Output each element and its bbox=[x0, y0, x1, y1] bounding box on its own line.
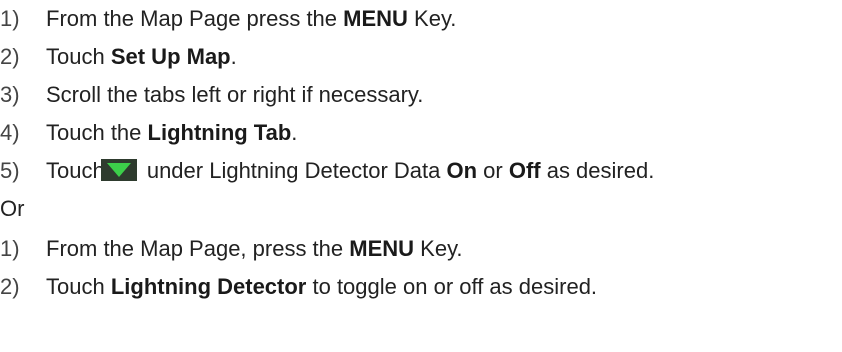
step-text: From the Map Page, press the MENU Key. bbox=[46, 230, 463, 268]
step-text: Touch under Lightning Detector Data On o… bbox=[46, 152, 654, 190]
step-text: Scroll the tabs left or right if necessa… bbox=[46, 76, 423, 114]
step-number: 5) bbox=[0, 158, 20, 183]
step-text-bold: Lightning Detector bbox=[110, 274, 307, 299]
step-number: 2) bbox=[0, 274, 20, 299]
step-text-part: Key. bbox=[414, 236, 463, 261]
step-text-part: Touch bbox=[46, 44, 111, 69]
step-text-part: Key. bbox=[407, 6, 457, 31]
instructions-document: 1) From the Map Page press the MENU Key.… bbox=[0, 0, 842, 352]
step-text-part: to toggle on or off as desired. bbox=[306, 274, 598, 299]
step-text-part: under Lightning Detector Data bbox=[140, 158, 447, 183]
step-text-bold: MENU bbox=[349, 236, 415, 261]
step-text-part: . bbox=[291, 120, 298, 145]
step-text-bold: Off bbox=[508, 158, 541, 183]
step-text-part: Touch the bbox=[46, 120, 148, 145]
or-label: Or bbox=[0, 196, 25, 221]
step-number: 1) bbox=[0, 6, 20, 31]
step-number: 4) bbox=[0, 120, 20, 145]
step-number: 3) bbox=[0, 82, 20, 107]
step-number: 1) bbox=[0, 236, 20, 261]
step-text-bold: Set Up Map bbox=[110, 44, 231, 69]
step-text-part: . bbox=[230, 44, 237, 69]
step-text-bold: On bbox=[446, 158, 478, 183]
step-text-part: From the Map Page, press the bbox=[46, 236, 350, 261]
step-text-part: Touch bbox=[46, 274, 111, 299]
step-text: Touch the Lightning Tab. bbox=[46, 114, 297, 152]
step-text-part: From the Map Page press the bbox=[46, 6, 344, 31]
step-text: From the Map Page press the MENU Key. bbox=[46, 0, 456, 38]
green-down-triangle-icon bbox=[100, 159, 137, 182]
step-text-part: or bbox=[477, 158, 509, 183]
step-text-bold: MENU bbox=[343, 6, 408, 31]
step-text-bold: Lightning Tab bbox=[147, 120, 292, 145]
step-text: Touch Lightning Detector to toggle on or… bbox=[46, 268, 597, 306]
step-text-part: Touch bbox=[46, 158, 105, 183]
step-text-part: Scroll the tabs left or right if necessa… bbox=[46, 82, 424, 107]
step-text: Touch Set Up Map. bbox=[46, 38, 237, 76]
step-text-part: as desired. bbox=[540, 158, 655, 183]
step-number: 2) bbox=[0, 44, 20, 69]
